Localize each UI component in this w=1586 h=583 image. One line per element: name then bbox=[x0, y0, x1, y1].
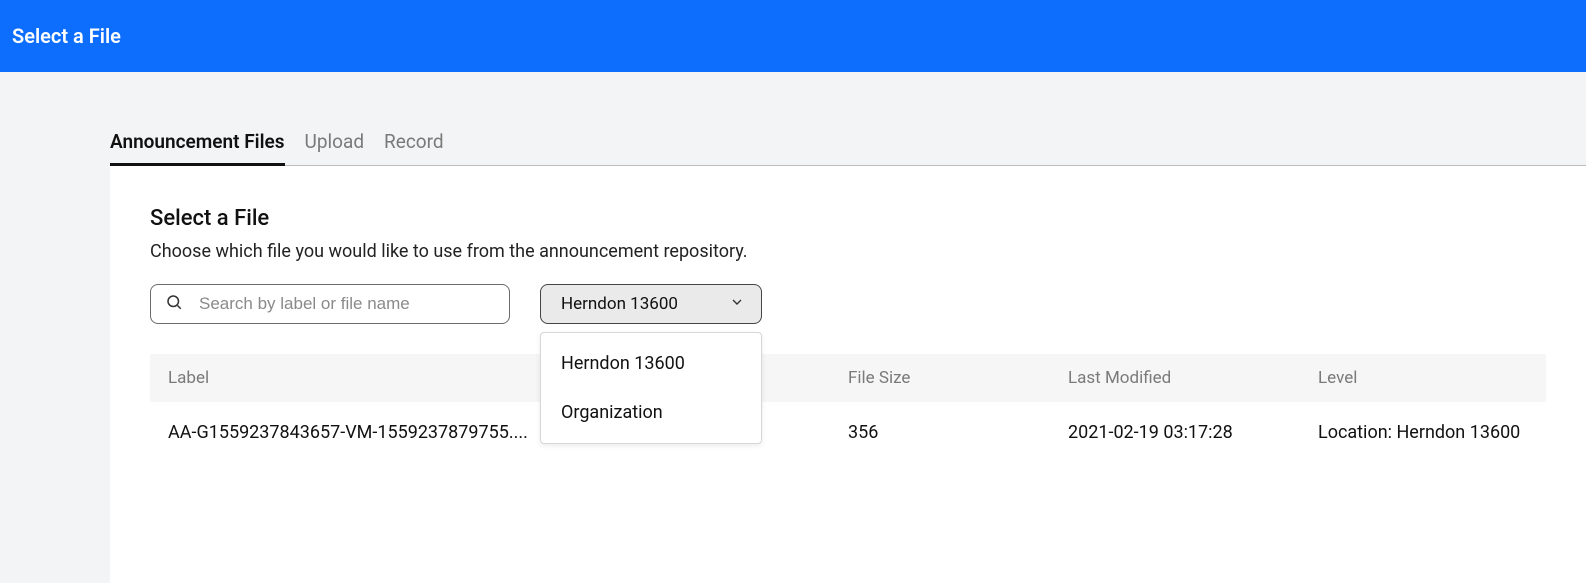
search-input[interactable] bbox=[199, 294, 495, 314]
main-panel: Select a File Choose which file you woul… bbox=[110, 166, 1586, 583]
panel-heading: Select a File bbox=[150, 206, 1546, 231]
chevron-down-icon bbox=[729, 294, 745, 315]
filter-option-organization[interactable]: Organization bbox=[541, 388, 761, 437]
search-box[interactable] bbox=[150, 284, 510, 324]
page: Announcement Files Upload Record Select … bbox=[0, 130, 1586, 583]
top-bar: Select a File bbox=[0, 0, 1586, 72]
col-header-level: Level bbox=[1318, 368, 1528, 388]
filter-option-herndon-13600[interactable]: Herndon 13600 bbox=[541, 339, 761, 388]
tab-record[interactable]: Record bbox=[384, 130, 444, 165]
panel-description: Choose which file you would like to use … bbox=[150, 241, 1546, 262]
search-icon bbox=[165, 293, 199, 315]
tab-upload[interactable]: Upload bbox=[305, 130, 365, 165]
table-row[interactable]: AA-G1559237843657-VM-1559237879755.... 3… bbox=[150, 402, 1546, 463]
col-header-modified: Last Modified bbox=[1068, 368, 1318, 388]
cell-level: Location: Herndon 13600 bbox=[1318, 422, 1528, 443]
filter-selected-label: Herndon 13600 bbox=[561, 294, 678, 314]
controls-row: Herndon 13600 Herndon 13600 Organization bbox=[150, 284, 1546, 324]
files-table: Label File Size Last Modified Level AA-G… bbox=[150, 354, 1546, 463]
table-header-row: Label File Size Last Modified Level bbox=[150, 354, 1546, 402]
tabs: Announcement Files Upload Record bbox=[110, 130, 1586, 165]
cell-size: 356 bbox=[848, 422, 1068, 443]
cell-modified: 2021-02-19 03:17:28 bbox=[1068, 422, 1318, 443]
filter-dropdown-button[interactable]: Herndon 13600 bbox=[540, 284, 762, 324]
filter-dropdown-menu: Herndon 13600 Organization bbox=[540, 332, 762, 444]
filter-dropdown: Herndon 13600 Herndon 13600 Organization bbox=[540, 284, 762, 324]
tab-announcement-files[interactable]: Announcement Files bbox=[110, 130, 285, 166]
col-header-size: File Size bbox=[848, 368, 1068, 388]
top-bar-title: Select a File bbox=[12, 24, 121, 48]
tabs-container: Announcement Files Upload Record bbox=[110, 130, 1586, 166]
